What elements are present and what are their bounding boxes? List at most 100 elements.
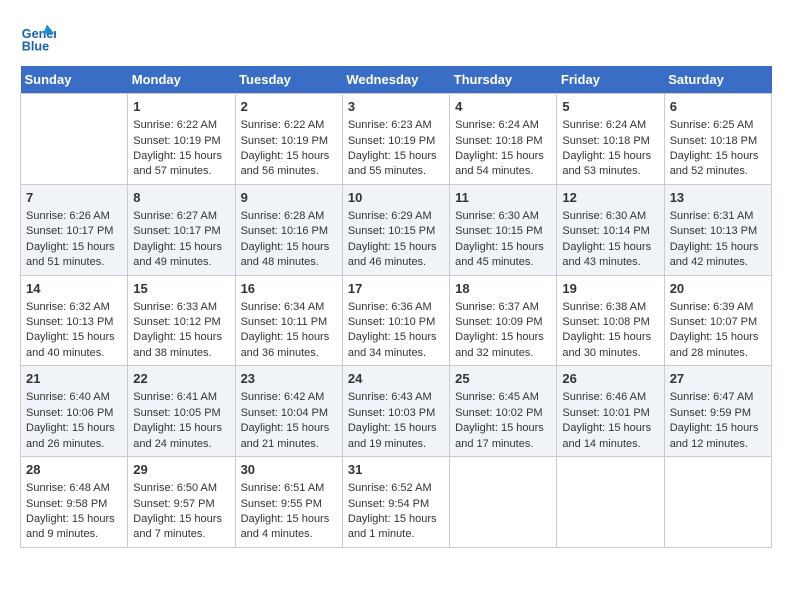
calendar-cell: 23Sunrise: 6:42 AMSunset: 10:04 PMDaylig… [235,366,342,457]
day-number: 6 [670,98,766,116]
day-info: Sunrise: 6:50 AM [133,481,229,496]
day-info: Sunset: 9:57 PM [133,497,229,512]
day-info: Sunrise: 6:46 AM [562,390,658,405]
calendar-cell: 3Sunrise: 6:23 AMSunset: 10:19 PMDayligh… [342,94,449,185]
day-info: Sunrise: 6:52 AM [348,481,444,496]
day-info: Daylight: 15 hours and 42 minutes. [670,240,766,271]
day-info: Daylight: 15 hours and 56 minutes. [241,149,337,180]
calendar-cell: 5Sunrise: 6:24 AMSunset: 10:18 PMDayligh… [557,94,664,185]
day-info: Sunrise: 6:23 AM [348,118,444,133]
day-number: 17 [348,280,444,298]
day-info: Sunset: 10:19 PM [133,134,229,149]
day-number: 14 [26,280,122,298]
calendar-cell: 30Sunrise: 6:51 AMSunset: 9:55 PMDayligh… [235,457,342,548]
day-info: Sunset: 9:58 PM [26,497,122,512]
calendar-cell: 28Sunrise: 6:48 AMSunset: 9:58 PMDayligh… [21,457,128,548]
day-info: Daylight: 15 hours and 43 minutes. [562,240,658,271]
day-info: Sunrise: 6:22 AM [133,118,229,133]
day-info: Daylight: 15 hours and 54 minutes. [455,149,551,180]
day-info: Sunset: 10:19 PM [241,134,337,149]
day-info: Daylight: 15 hours and 46 minutes. [348,240,444,271]
day-info: Daylight: 15 hours and 32 minutes. [455,330,551,361]
day-info: Daylight: 15 hours and 57 minutes. [133,149,229,180]
day-info: Sunrise: 6:45 AM [455,390,551,405]
calendar-cell: 21Sunrise: 6:40 AMSunset: 10:06 PMDaylig… [21,366,128,457]
day-info: Sunset: 10:18 PM [670,134,766,149]
day-info: Daylight: 15 hours and 17 minutes. [455,421,551,452]
svg-text:Blue: Blue [22,40,49,54]
day-number: 26 [562,370,658,388]
calendar-cell: 7 Sunrise: 6:26 AMSunset: 10:17 PMDayligh… [21,184,128,275]
logo: General Blue [20,20,62,56]
day-number: 2 [241,98,337,116]
day-info: Daylight: 15 hours and 1 minute. [348,512,444,543]
day-info: Sunset: 9:54 PM [348,497,444,512]
weekday-header: Thursday [450,66,557,94]
calendar-cell [557,457,664,548]
day-info: Daylight: 15 hours and 51 minutes. [26,240,122,271]
day-info: Sunset: 10:18 PM [562,134,658,149]
calendar-cell: 27Sunrise: 6:47 AMSunset: 9:59 PMDayligh… [664,366,771,457]
day-info: Sunset: 10:10 PM [348,315,444,330]
calendar-cell: 1 Sunrise: 6:22 AMSunset: 10:19 PMDayligh… [128,94,235,185]
day-info: Sunset: 10:14 PM [562,224,658,239]
calendar-cell: 12Sunrise: 6:30 AMSunset: 10:14 PMDaylig… [557,184,664,275]
calendar-cell: 11Sunrise: 6:30 AMSunset: 10:15 PMDaylig… [450,184,557,275]
day-info: Daylight: 15 hours and 55 minutes. [348,149,444,180]
calendar-week-row: 28Sunrise: 6:48 AMSunset: 9:58 PMDayligh… [21,457,772,548]
day-info: Sunset: 9:59 PM [670,406,766,421]
calendar-cell: 25Sunrise: 6:45 AMSunset: 10:02 PMDaylig… [450,366,557,457]
day-info: Sunrise: 6:30 AM [455,209,551,224]
day-number: 1 [133,98,229,116]
day-info: Sunrise: 6:26 AM [26,209,122,224]
day-info: Sunrise: 6:47 AM [670,390,766,405]
day-number: 22 [133,370,229,388]
day-number: 23 [241,370,337,388]
calendar-cell: 18Sunrise: 6:37 AMSunset: 10:09 PMDaylig… [450,275,557,366]
calendar-cell [450,457,557,548]
day-info: Sunrise: 6:38 AM [562,300,658,315]
day-info: Daylight: 15 hours and 28 minutes. [670,330,766,361]
day-number: 12 [562,189,658,207]
day-info: Sunrise: 6:51 AM [241,481,337,496]
day-info: Sunrise: 6:33 AM [133,300,229,315]
calendar-cell: 4Sunrise: 6:24 AMSunset: 10:18 PMDayligh… [450,94,557,185]
day-number: 11 [455,189,551,207]
day-info: Sunset: 10:06 PM [26,406,122,421]
day-info: Sunset: 10:17 PM [133,224,229,239]
day-info: Sunrise: 6:39 AM [670,300,766,315]
day-number: 25 [455,370,551,388]
day-number: 30 [241,461,337,479]
day-number: 29 [133,461,229,479]
day-number: 16 [241,280,337,298]
calendar-cell: 14Sunrise: 6:32 AMSunset: 10:13 PMDaylig… [21,275,128,366]
calendar-cell: 22Sunrise: 6:41 AMSunset: 10:05 PMDaylig… [128,366,235,457]
day-info: Daylight: 15 hours and 4 minutes. [241,512,337,543]
day-info: Sunset: 10:11 PM [241,315,337,330]
day-info: Sunrise: 6:28 AM [241,209,337,224]
day-info: Daylight: 15 hours and 52 minutes. [670,149,766,180]
day-info: Daylight: 15 hours and 38 minutes. [133,330,229,361]
day-info: Daylight: 15 hours and 14 minutes. [562,421,658,452]
day-info: Sunrise: 6:24 AM [562,118,658,133]
day-number: 31 [348,461,444,479]
day-number: 15 [133,280,229,298]
day-number: 28 [26,461,122,479]
day-info: Daylight: 15 hours and 9 minutes. [26,512,122,543]
day-number: 9 [241,189,337,207]
day-number: 7 [26,189,122,207]
calendar-cell [664,457,771,548]
day-info: Sunset: 10:18 PM [455,134,551,149]
day-info: Sunset: 10:16 PM [241,224,337,239]
calendar-cell: 24Sunrise: 6:43 AMSunset: 10:03 PMDaylig… [342,366,449,457]
day-info: Sunrise: 6:24 AM [455,118,551,133]
day-number: 21 [26,370,122,388]
day-number: 27 [670,370,766,388]
day-info: Sunrise: 6:31 AM [670,209,766,224]
calendar-cell: 8Sunrise: 6:27 AMSunset: 10:17 PMDayligh… [128,184,235,275]
day-info: Sunset: 10:17 PM [26,224,122,239]
day-info: Sunrise: 6:25 AM [670,118,766,133]
day-info: Sunset: 10:12 PM [133,315,229,330]
calendar-cell: 10Sunrise: 6:29 AMSunset: 10:15 PMDaylig… [342,184,449,275]
day-number: 20 [670,280,766,298]
